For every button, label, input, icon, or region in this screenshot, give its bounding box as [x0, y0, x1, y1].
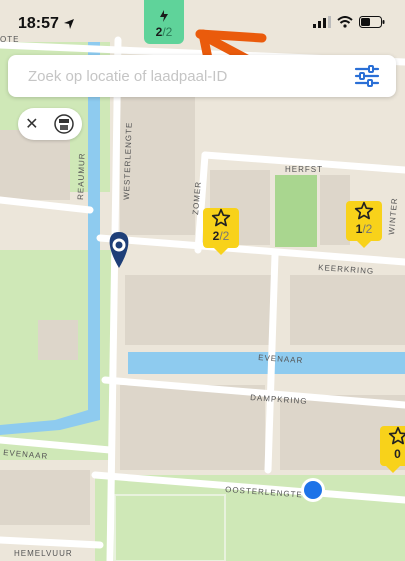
- park-square: [275, 175, 317, 247]
- filter-chip[interactable]: ✕: [18, 108, 82, 140]
- charger-marker-top[interactable]: 2/2: [144, 0, 184, 44]
- star-icon: [388, 426, 405, 445]
- charger-count-1: 2/2: [212, 229, 230, 243]
- street-label-hemelvuur: HEMELVUUR: [14, 549, 73, 558]
- close-icon[interactable]: ✕: [25, 114, 38, 134]
- charger-count-3: 0: [394, 447, 401, 461]
- charger-marker-2[interactable]: 1/2: [346, 201, 382, 248]
- search-bar[interactable]: [8, 55, 396, 97]
- location-arrow-icon: [63, 19, 74, 29]
- search-input[interactable]: [26, 66, 340, 86]
- street-label-herfst: HERFST: [285, 165, 323, 174]
- wifi-icon: [337, 16, 353, 28]
- cellular-signal-icon: [313, 16, 331, 28]
- charger-marker-1[interactable]: 2/2: [203, 208, 239, 255]
- charging-station-icon: [54, 114, 74, 134]
- charger-count-2: 1/2: [355, 222, 373, 236]
- status-icons: [313, 16, 385, 28]
- charger-marker-3[interactable]: 0: [380, 426, 405, 473]
- filter-icon[interactable]: [354, 65, 380, 87]
- status-time: 18:57: [18, 15, 59, 32]
- street-label-reaumur: REAUMUR: [76, 152, 87, 200]
- charger-count-top: 2/2: [155, 25, 173, 39]
- status-bar: 18:57: [0, 0, 405, 44]
- star-icon: [354, 201, 374, 220]
- status-time-wrap: 18:57: [18, 15, 75, 33]
- battery-icon: [359, 16, 385, 28]
- current-location-icon: [301, 478, 325, 502]
- star-icon: [211, 208, 231, 227]
- charging-plug-icon: [160, 10, 168, 22]
